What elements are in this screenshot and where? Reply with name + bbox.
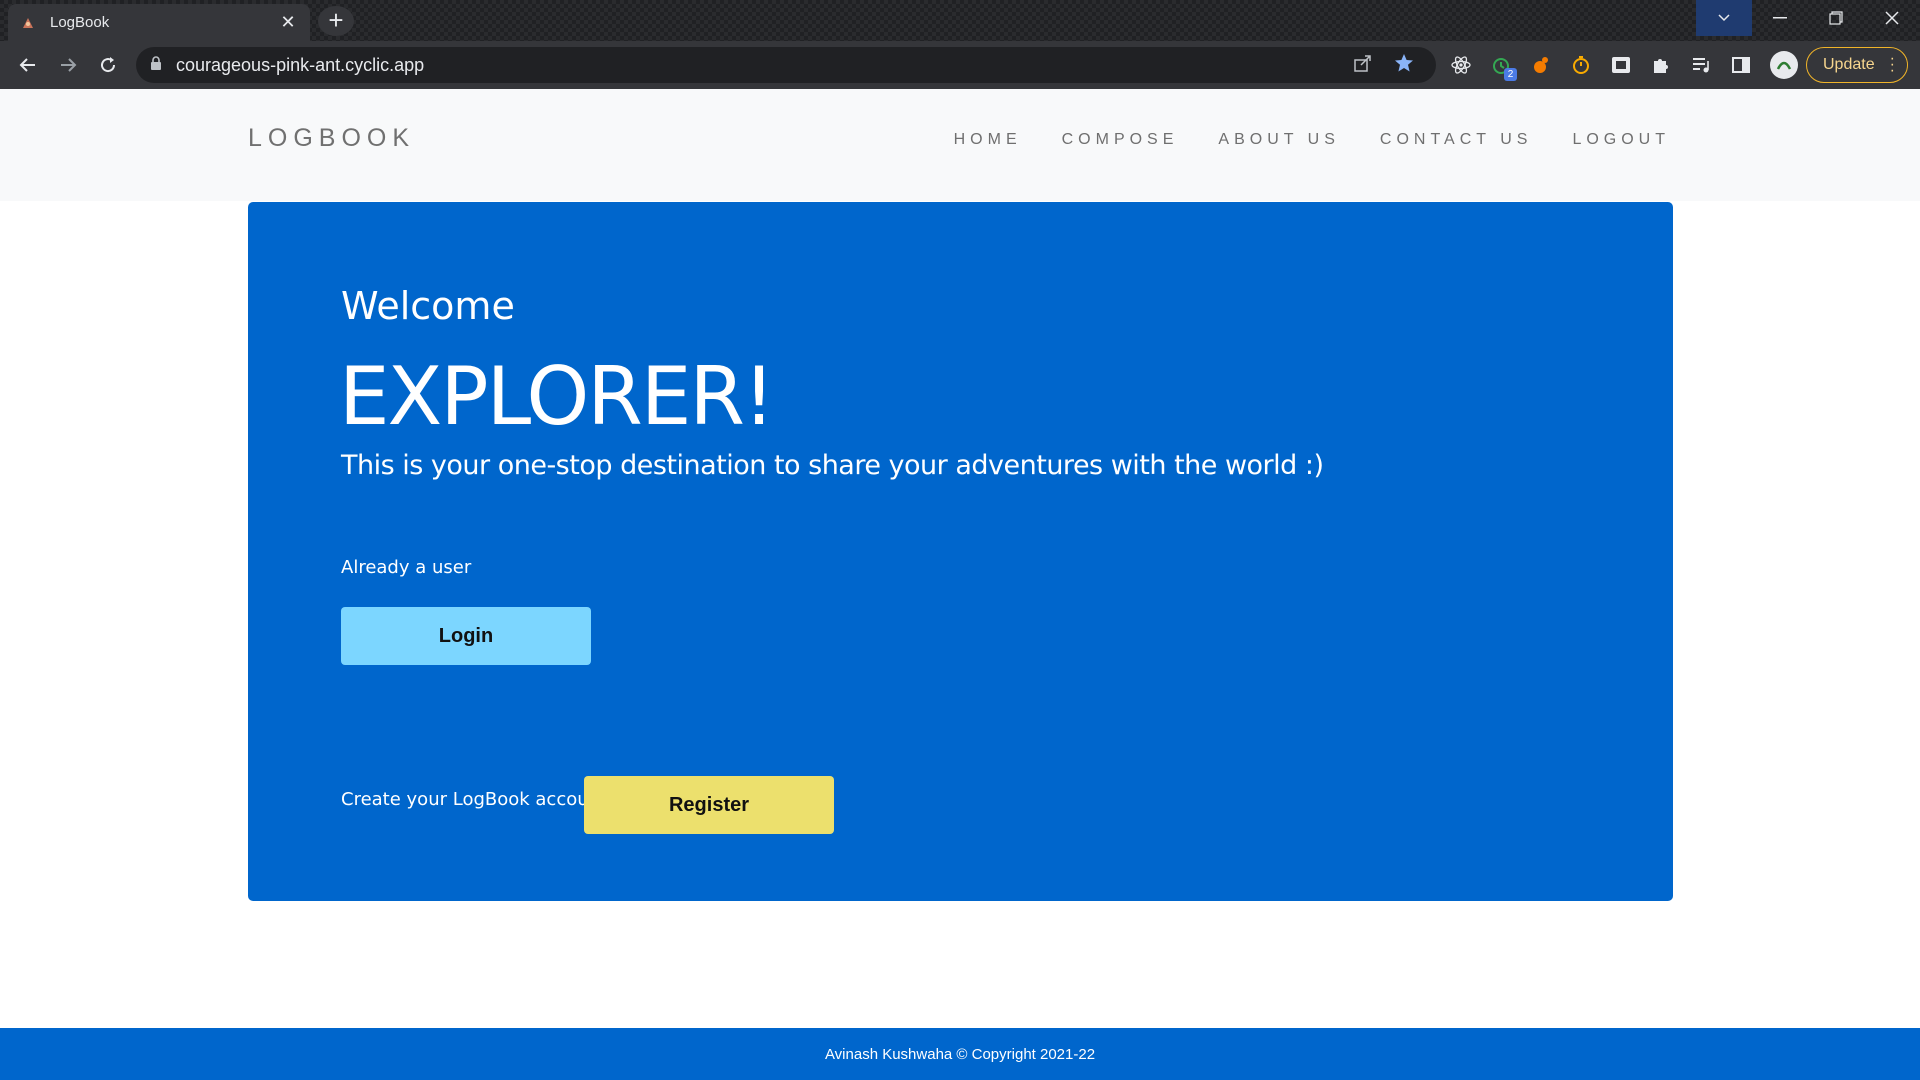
lock-icon[interactable] (150, 55, 162, 75)
bookmark-star-icon[interactable] (1394, 53, 1414, 78)
extension-badge: 2 (1504, 68, 1517, 81)
register-button[interactable]: Register (584, 776, 834, 834)
share-icon[interactable] (1354, 54, 1372, 77)
site-header: LOGBOOK HOME COMPOSE ABOUT US CONTACT US… (0, 89, 1920, 201)
site-brand[interactable]: LOGBOOK (248, 124, 415, 153)
browser-tab[interactable]: LogBook ✕ (8, 4, 310, 41)
nav-contact-us[interactable]: CONTACT US (1380, 131, 1533, 149)
footer-copyright: Avinash Kushwaha © Copyright 2021-22 (824, 1045, 1096, 1063)
close-window-icon[interactable] (1864, 0, 1920, 36)
welcome-jumbotron: Welcome EXPLORER! This is your one-stop … (248, 202, 1673, 901)
hero-tagline: This is your one-stop destination to sha… (341, 450, 1324, 481)
reload-icon[interactable] (88, 45, 128, 85)
screen-capture-icon[interactable] (1610, 54, 1632, 76)
site-nav: HOME COMPOSE ABOUT US CONTACT US LOGOUT (954, 131, 1670, 149)
address-bar[interactable]: courageous-pink-ant.cyclic.app (136, 47, 1436, 83)
puzzle-icon[interactable] (1650, 54, 1672, 76)
fire-extension-icon[interactable] (1530, 54, 1552, 76)
tab-close-icon[interactable]: ✕ (278, 12, 298, 33)
extensions-area: 2 (1450, 47, 1798, 83)
explorer-headline: EXPLORER! (339, 350, 775, 443)
nav-home[interactable]: HOME (954, 131, 1022, 149)
nav-compose[interactable]: COMPOSE (1062, 131, 1179, 149)
minimize-icon[interactable] (1752, 0, 1808, 36)
nav-about-us[interactable]: ABOUT US (1218, 131, 1340, 149)
more-options-icon[interactable]: · · · (1890, 51, 1895, 79)
stopwatch-extension-icon[interactable] (1570, 54, 1592, 76)
react-devtools-icon[interactable] (1450, 54, 1472, 76)
site-footer: Avinash Kushwaha © Copyright 2021-22 (0, 1028, 1920, 1080)
tab-search-icon[interactable] (1696, 0, 1752, 36)
already-user-label: Already a user (341, 557, 472, 578)
site-favicon-icon (20, 15, 36, 31)
welcome-heading: Welcome (341, 284, 515, 328)
url-text[interactable]: courageous-pink-ant.cyclic.app (176, 55, 1354, 76)
create-account-label: Create your LogBook account (341, 789, 608, 810)
profile-avatar-icon[interactable] (1770, 51, 1798, 79)
nav-logout[interactable]: LOGOUT (1572, 131, 1670, 149)
tab-title: LogBook (50, 14, 110, 31)
restore-icon[interactable] (1808, 0, 1864, 36)
timer-extension-icon[interactable]: 2 (1490, 54, 1517, 81)
browser-tabstrip: LogBook ✕ + (0, 0, 1920, 41)
update-label: Update (1823, 56, 1875, 73)
window-controls (1696, 0, 1920, 36)
media-queue-icon[interactable] (1690, 54, 1712, 76)
chrome-update-button[interactable]: Update · · · (1806, 47, 1908, 83)
side-panel-icon[interactable] (1730, 54, 1752, 76)
new-tab-button[interactable]: + (318, 6, 354, 36)
browser-toolbar: courageous-pink-ant.cyclic.app 2 Update … (0, 41, 1920, 89)
back-icon[interactable] (8, 45, 48, 85)
forward-icon[interactable] (48, 45, 88, 85)
login-button[interactable]: Login (341, 607, 591, 665)
